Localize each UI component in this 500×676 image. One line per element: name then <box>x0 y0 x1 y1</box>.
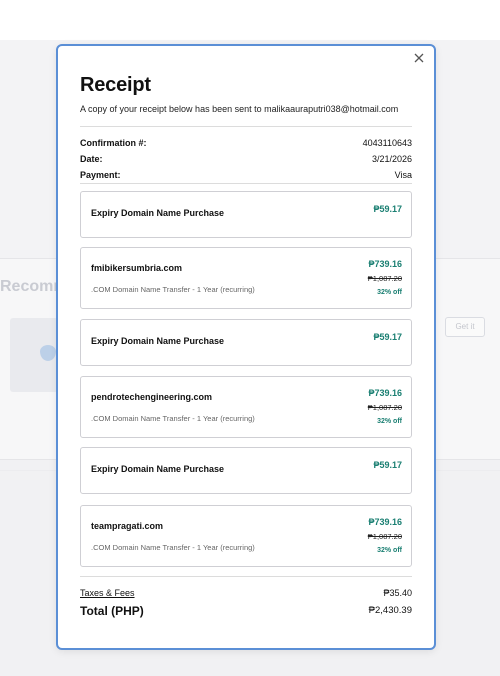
item-name: pendrotechengineering.com <box>91 392 213 402</box>
line-item: teampragati.com .COM Domain Name Transfe… <box>80 505 412 567</box>
line-item: pendrotechengineering.com .COM Domain Na… <box>80 376 412 438</box>
page-header-bar <box>0 0 500 41</box>
receipt-email-notice: A copy of your receipt below has been se… <box>80 104 399 114</box>
item-description: .COM Domain Name Transfer - 1 Year (recu… <box>91 414 255 423</box>
item-discount: 32% off <box>377 289 402 296</box>
close-icon[interactable] <box>412 51 426 65</box>
line-item: Expiry Domain Name Purchase ₱59.17 <box>80 319 412 366</box>
confirmation-value: 4043110643 <box>362 138 412 148</box>
payment-row: Payment: Visa <box>80 170 412 184</box>
receipt-modal: Receipt A copy of your receipt below has… <box>56 44 436 650</box>
divider <box>80 183 412 184</box>
item-description: .COM Domain Name Transfer - 1 Year (recu… <box>91 285 255 294</box>
confirmation-row: Confirmation #: 4043110643 <box>80 138 412 152</box>
item-discount: 32% off <box>377 547 402 554</box>
line-item: fmibikersumbria.com .COM Domain Name Tra… <box>80 247 412 309</box>
total-value: ₱2,430.39 <box>368 605 412 616</box>
line-item: Expiry Domain Name Purchase ₱59.17 <box>80 447 412 494</box>
total-row: Total (PHP) ₱2,430.39 <box>80 604 412 622</box>
item-price: ₱739.16 <box>368 259 402 269</box>
receipt-title: Receipt <box>80 74 151 96</box>
taxes-fees-value: ₱35.40 <box>383 588 412 598</box>
total-label: Total (PHP) <box>80 604 144 618</box>
item-name: teampragati.com <box>91 521 164 531</box>
item-price: ₱59.17 <box>373 332 402 342</box>
item-price: ₱59.17 <box>373 460 402 470</box>
item-description: .COM Domain Name Transfer - 1 Year (recu… <box>91 543 255 552</box>
date-row: Date: 3/21/2026 <box>80 154 412 168</box>
item-name: Expiry Domain Name Purchase <box>91 464 225 474</box>
divider <box>80 576 412 577</box>
line-item: Expiry Domain Name Purchase ₱59.17 <box>80 191 412 238</box>
taxes-row: Taxes & Fees ₱35.40 <box>80 588 412 602</box>
payment-value: Visa <box>394 170 412 180</box>
item-name: Expiry Domain Name Purchase <box>91 208 225 218</box>
date-label: Date: <box>80 154 103 164</box>
date-value: 3/21/2026 <box>371 154 412 164</box>
item-original-price: ₱1,087.20 <box>367 274 402 283</box>
item-price: ₱59.17 <box>373 204 402 214</box>
item-original-price: ₱1,087.20 <box>367 403 402 412</box>
item-price: ₱739.16 <box>368 388 402 398</box>
divider <box>80 126 412 127</box>
item-name: fmibikersumbria.com <box>91 263 183 273</box>
item-original-price: ₱1,087.20 <box>367 532 402 541</box>
item-discount: 32% off <box>377 418 402 425</box>
taxes-fees-link[interactable]: Taxes & Fees <box>80 588 135 598</box>
get-it-button[interactable]: Get it <box>445 317 485 337</box>
payment-label: Payment: <box>80 170 121 180</box>
item-name: Expiry Domain Name Purchase <box>91 336 225 346</box>
item-price: ₱739.16 <box>368 517 402 527</box>
confirmation-label: Confirmation #: <box>80 138 147 148</box>
